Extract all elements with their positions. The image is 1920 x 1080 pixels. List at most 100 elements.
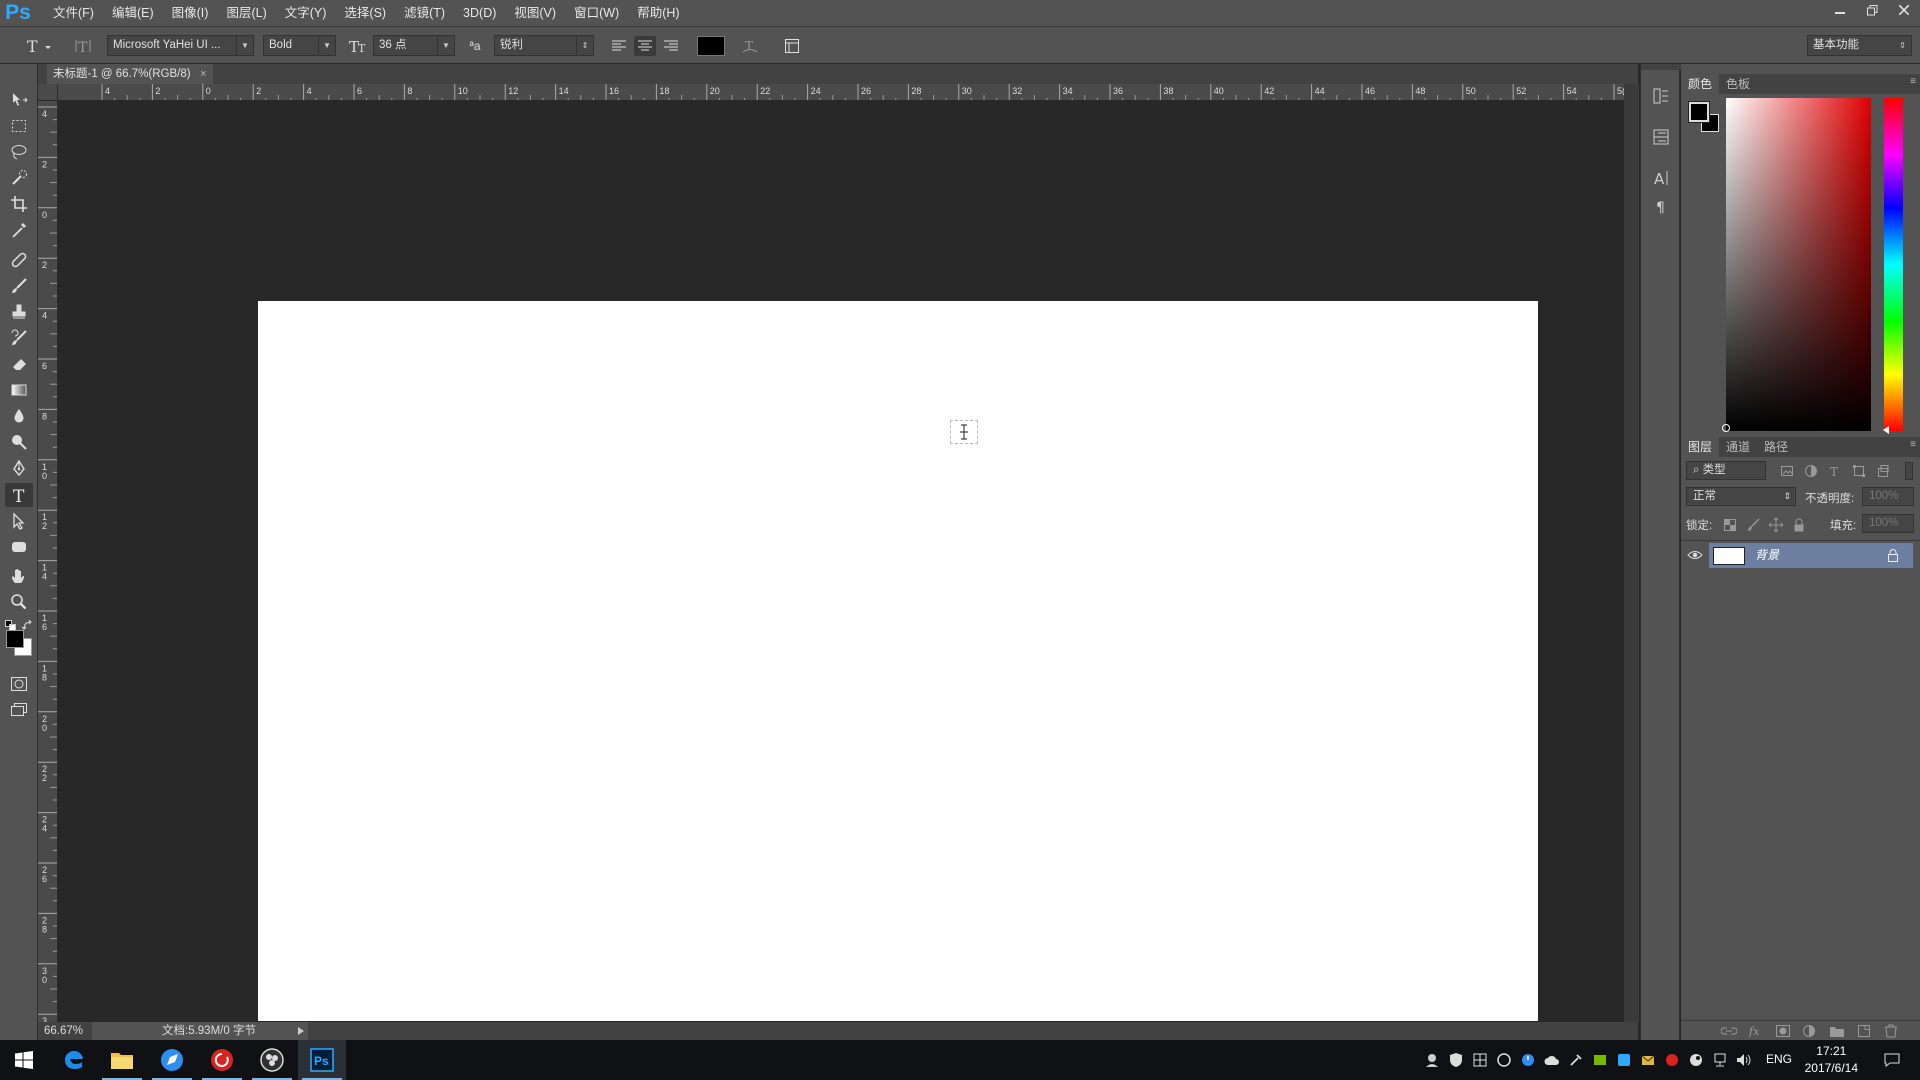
warp-text-button[interactable]: T <box>739 36 761 56</box>
antialias-select[interactable]: 锐利 ⇕ <box>494 35 594 56</box>
vertical-scrollbar[interactable] <box>1624 84 1639 1022</box>
taskbar-file-explorer[interactable] <box>98 1040 146 1080</box>
menu-help[interactable]: 帮助(H) <box>628 0 688 26</box>
panel-foreground-swatch[interactable] <box>1688 101 1710 123</box>
taskbar-obs[interactable] <box>248 1040 296 1080</box>
filter-shape-icon[interactable] <box>1852 464 1866 478</box>
minimize-button[interactable] <box>1824 0 1856 20</box>
close-button[interactable] <box>1888 0 1920 20</box>
blur-tool[interactable] <box>5 404 33 428</box>
panel-menu-icon[interactable]: ≡ <box>1910 439 1916 450</box>
taskbar-netease-music[interactable] <box>198 1040 246 1080</box>
filter-smart-object-icon[interactable] <box>1876 464 1890 478</box>
play-arrow-icon[interactable] <box>298 1027 304 1035</box>
opacity-input[interactable]: 100% <box>1862 487 1914 506</box>
blend-mode-select[interactable]: 正常 ⇕ <box>1686 487 1796 506</box>
tray-security[interactable] <box>1448 1052 1464 1068</box>
zoom-tool[interactable] <box>5 590 33 614</box>
fx-icon[interactable]: fx <box>1748 1024 1764 1038</box>
crop-tool[interactable] <box>5 192 33 216</box>
lock-position-icon[interactable] <box>1769 518 1783 532</box>
lock-all-icon[interactable] <box>1792 518 1806 532</box>
tab-paths[interactable]: 路径 <box>1757 437 1795 457</box>
horizontal-ruler[interactable]: 4 2 0 2 4 6 8 10 12 14 16 18 20 22 24 26 28 30 32 34 36 38 40 4… <box>58 84 1624 101</box>
layer-name[interactable]: 背景 <box>1755 543 1779 568</box>
dodge-tool[interactable] <box>5 430 33 454</box>
trash-icon[interactable] <box>1883 1024 1899 1038</box>
tray-app-4[interactable] <box>1496 1052 1512 1068</box>
start-button[interactable] <box>0 1040 48 1080</box>
menu-edit[interactable]: 编辑(E) <box>103 0 163 26</box>
fill-input[interactable]: 100% <box>1862 514 1914 533</box>
menu-image[interactable]: 图像(I) <box>163 0 218 26</box>
filter-toggle[interactable] <box>1905 462 1913 480</box>
text-orientation-button[interactable]: T <box>72 36 94 56</box>
system-clock[interactable]: 17:21 2017/6/14 <box>1805 1043 1858 1077</box>
filter-pixel-icon[interactable] <box>1780 464 1794 478</box>
character-panel-button[interactable] <box>781 36 803 56</box>
quick-mask-button[interactable] <box>5 672 33 696</box>
menu-filter[interactable]: 滤镜(T) <box>395 0 454 26</box>
lock-image-icon[interactable] <box>1746 518 1760 532</box>
adjustment-layer-icon[interactable] <box>1802 1024 1818 1038</box>
menu-window[interactable]: 窗口(W) <box>565 0 628 26</box>
dock-header[interactable] <box>1641 64 1681 70</box>
path-select-tool[interactable] <box>5 509 33 533</box>
pen-tool[interactable] <box>5 456 33 480</box>
layer-row-background[interactable]: 背景 <box>1709 543 1913 568</box>
tray-app-3[interactable] <box>1472 1052 1488 1068</box>
tray-app-10[interactable] <box>1640 1052 1656 1068</box>
lock-transparency-icon[interactable] <box>1723 518 1737 532</box>
text-color-swatch[interactable] <box>697 36 725 56</box>
taskbar-photoshop[interactable]: Ps <box>298 1040 346 1080</box>
document-info[interactable]: 文档:5.93M/0 字节 <box>92 1022 308 1040</box>
canvas-workspace[interactable] <box>58 101 1624 1022</box>
color-picker-marker[interactable] <box>1722 424 1730 432</box>
tray-app-11[interactable] <box>1664 1052 1680 1068</box>
healing-tool[interactable] <box>5 248 33 272</box>
tray-app-5[interactable] <box>1520 1052 1536 1068</box>
tray-volume[interactable] <box>1736 1052 1752 1068</box>
clone-stamp-tool[interactable] <box>5 300 33 324</box>
workspace-select[interactable]: 基本功能 ⇕ <box>1807 35 1912 56</box>
font-size-select[interactable]: 36 点 ▼ <box>373 35 455 56</box>
menu-layer[interactable]: 图层(L) <box>217 0 275 26</box>
align-left-button[interactable] <box>608 36 630 56</box>
tray-network[interactable] <box>1712 1052 1728 1068</box>
taskbar-browser[interactable] <box>148 1040 196 1080</box>
shape-tool[interactable] <box>5 535 33 559</box>
panel-menu-icon[interactable]: ≡ <box>1910 76 1916 87</box>
eraser-tool[interactable] <box>5 352 33 376</box>
new-group-icon[interactable] <box>1829 1024 1845 1038</box>
font-style-select[interactable]: Bold ▼ <box>263 35 336 56</box>
gradient-tool[interactable] <box>5 378 33 402</box>
hue-slider[interactable] <box>1883 98 1903 434</box>
move-tool[interactable] <box>5 88 33 112</box>
restore-button[interactable] <box>1856 0 1888 20</box>
zoom-level[interactable]: 66.67% <box>44 1022 83 1040</box>
tab-color[interactable]: 颜色 <box>1681 74 1720 94</box>
align-right-button[interactable] <box>660 36 682 56</box>
filter-adjustment-icon[interactable] <box>1804 464 1818 478</box>
screen-mode-button[interactable] <box>5 698 33 722</box>
eye-icon[interactable] <box>1687 547 1703 563</box>
foreground-color-swatch[interactable] <box>6 630 24 648</box>
properties-panel-button[interactable] <box>1650 126 1672 148</box>
font-family-select[interactable]: Microsoft YaHei UI ... ▼ <box>107 35 254 56</box>
quick-select-tool[interactable] <box>5 166 33 190</box>
link-layers-icon[interactable] <box>1721 1024 1737 1038</box>
menu-file[interactable]: 文件(F) <box>44 0 103 26</box>
lasso-tool[interactable] <box>5 140 33 164</box>
tray-app-9[interactable] <box>1616 1052 1632 1068</box>
color-saturation-picker[interactable] <box>1722 98 1871 432</box>
hand-tool[interactable] <box>5 564 33 588</box>
tray-app-7[interactable] <box>1568 1052 1584 1068</box>
history-panel-button[interactable] <box>1650 85 1672 107</box>
menu-view[interactable]: 视图(V) <box>505 0 565 26</box>
taskbar-edge[interactable] <box>50 1040 98 1080</box>
document-tab[interactable]: 未标题-1 @ 66.7%(RGB/8) × <box>47 64 213 84</box>
document-canvas[interactable] <box>258 301 1538 1021</box>
marquee-tool[interactable] <box>5 114 33 138</box>
ruler-origin[interactable] <box>38 84 58 101</box>
type-tool[interactable]: T <box>5 483 33 507</box>
